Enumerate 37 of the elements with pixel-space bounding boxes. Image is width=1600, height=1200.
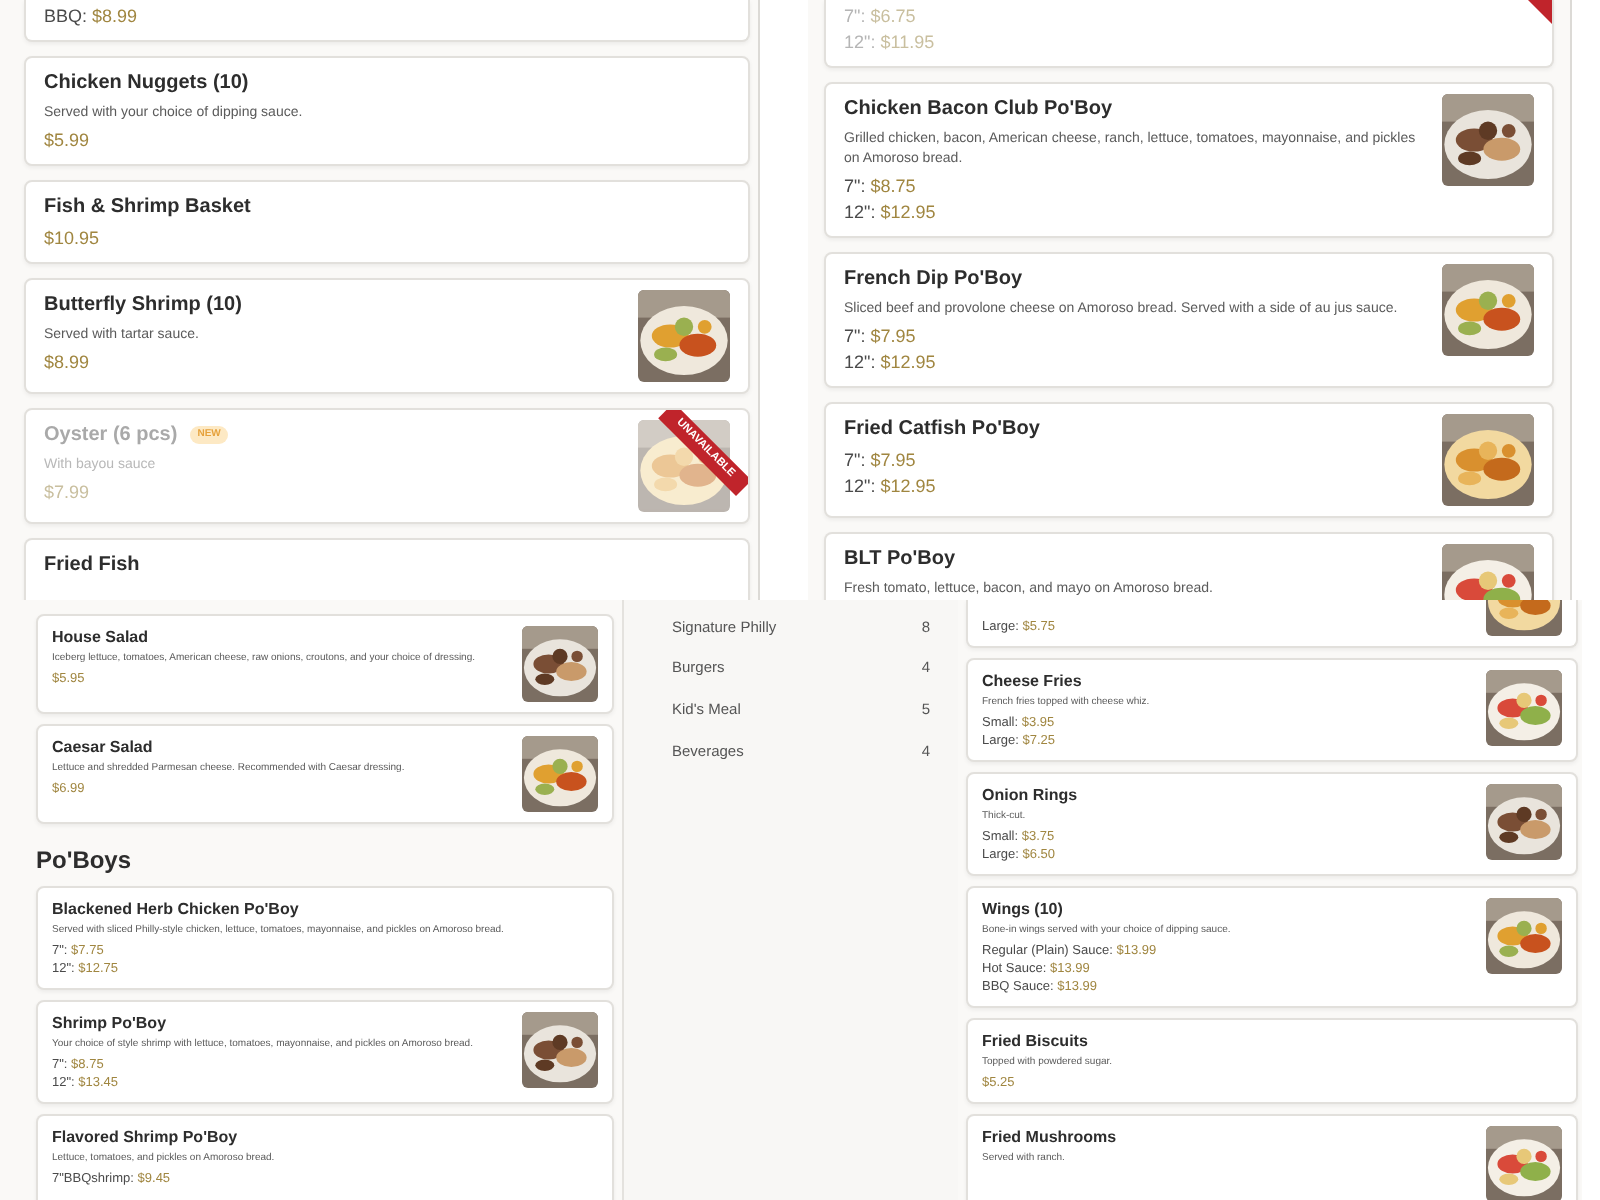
- price-line: 7": $6.75: [844, 4, 916, 30]
- item-name: House Salad: [52, 626, 149, 648]
- item-name: Flavored Shrimp Po'Boy: [52, 1126, 238, 1148]
- price-line: $5.99: [44, 128, 90, 154]
- item-name: Caesar Salad: [52, 736, 153, 758]
- item-name: Fried Fish: [44, 552, 140, 580]
- menu-item-card[interactable]: Fried Fish: [24, 538, 750, 600]
- price-line: 12": $12.95: [844, 350, 936, 376]
- item-name: Fried Biscuits: [982, 1030, 1088, 1052]
- price-line: 7": $7.95: [844, 448, 916, 474]
- item-name: Butterfly Shrimp (10): [44, 292, 242, 320]
- price-line: $7.99: [44, 480, 90, 506]
- price-line: $10.95: [44, 226, 100, 252]
- item-name: Wings (10): [982, 898, 1063, 920]
- item-name: Cheese Fries: [982, 670, 1082, 692]
- item-name: Blackened Herb Chicken Po'Boy: [52, 898, 299, 920]
- item-name: Chicken Nuggets (10): [44, 70, 249, 98]
- item-name: BLT Po'Boy: [844, 546, 956, 574]
- menu-item-card[interactable]: Fish & Shrimp Basket $10.95: [24, 180, 750, 264]
- item-name: Chicken Bacon Club Po'Boy: [844, 96, 1113, 124]
- price-line: BBQ: $8.99: [44, 4, 138, 30]
- item-name: Onion Rings: [982, 784, 1078, 806]
- menu-item-card[interactable]: BBQ: $8.99: [24, 0, 750, 42]
- price-line: 12": $12.95: [844, 474, 936, 500]
- item-name: French Dip Po'Boy: [844, 266, 1023, 294]
- section-heading: Po'Boys: [36, 846, 132, 874]
- item-name: Fish & Shrimp Basket: [44, 194, 251, 222]
- price-line: 7": $7.95: [844, 324, 916, 350]
- item-name: Fried Mushrooms: [982, 1126, 1117, 1148]
- price-line: 12": $12.95: [844, 200, 936, 226]
- item-name: Oyster (6 pcs): [44, 422, 178, 450]
- price-line: 12": $11.95: [844, 30, 935, 56]
- price-line: 7": $8.75: [844, 174, 916, 200]
- menu-item-card[interactable]: Fried Catfish Po'Boy 7": $7.95 12": $12.95: [824, 402, 1554, 518]
- item-name: Fried Catfish Po'Boy: [844, 416, 1040, 444]
- price-line: $8.99: [44, 350, 90, 376]
- item-name: Shrimp Po'Boy: [52, 1012, 167, 1034]
